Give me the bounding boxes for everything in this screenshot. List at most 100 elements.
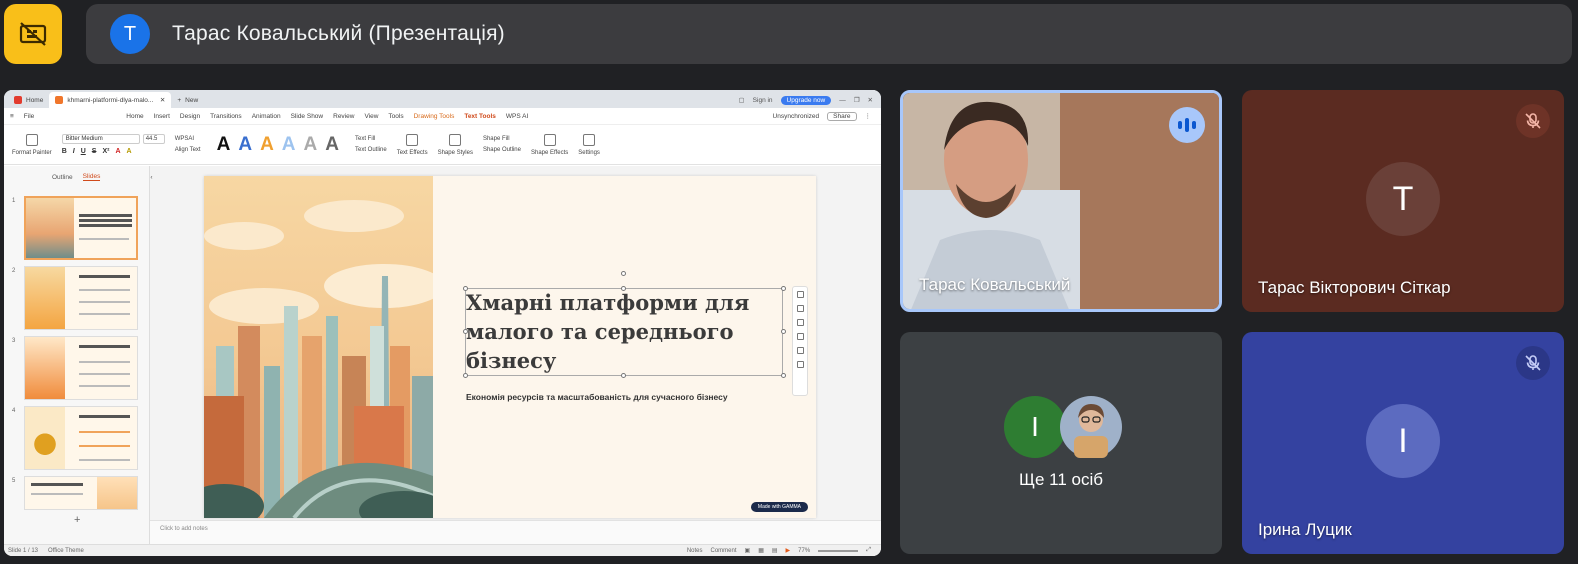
maximize-icon[interactable]: ❐: [854, 96, 860, 104]
wordart-style-3[interactable]: A: [260, 134, 274, 156]
shape-outline-button[interactable]: Shape Outline: [483, 147, 521, 153]
wordart-style-4[interactable]: A: [282, 134, 296, 156]
sign-in-link[interactable]: Sign in: [753, 97, 773, 104]
window-icon[interactable]: ▢: [739, 96, 745, 104]
menu-animation[interactable]: Animation: [252, 113, 281, 120]
camera-off-button[interactable]: [4, 4, 62, 64]
participant-name: Ірина Луцик: [1258, 520, 1352, 539]
menu-text-tools[interactable]: Text Tools: [464, 113, 496, 120]
tab-new[interactable]: + New: [171, 92, 204, 108]
theme-name: Office Theme: [48, 547, 84, 554]
zoom-slider[interactable]: [818, 549, 859, 552]
shape-styles-button[interactable]: Shape Styles: [438, 133, 473, 156]
shape-styles-icon: [449, 133, 462, 146]
normal-view-icon[interactable]: ▣: [745, 547, 751, 554]
text-fill-button[interactable]: Text Fill: [355, 136, 387, 142]
others-tile[interactable]: I Ще 11 осіб: [900, 332, 1222, 554]
add-slide-button[interactable]: +: [74, 514, 80, 526]
wordart-style-2[interactable]: A: [238, 134, 252, 156]
menu-view[interactable]: View: [364, 113, 378, 120]
participant-tile[interactable]: I Ірина Луцик: [1242, 332, 1564, 554]
minimize-icon[interactable]: —: [839, 97, 846, 104]
tab-slides[interactable]: Slides: [82, 173, 101, 181]
menu-drawing-tools[interactable]: Drawing Tools: [414, 113, 455, 120]
comment-toggle[interactable]: Comment: [711, 548, 737, 554]
fit-icon[interactable]: ⤢: [866, 547, 871, 554]
menu-review[interactable]: Review: [333, 113, 354, 120]
notes-toggle[interactable]: Notes: [687, 548, 703, 554]
save-icon[interactable]: [796, 347, 804, 354]
play-icon[interactable]: ▶: [786, 547, 791, 554]
participant-tile-speaking[interactable]: Тарас Ковальський: [900, 90, 1222, 312]
tab-document[interactable]: khmarni-platformi-dlya-malo... ✕: [49, 92, 172, 108]
wordart-style-6[interactable]: A: [325, 134, 339, 156]
menu-design[interactable]: Design: [180, 113, 200, 120]
brush-icon: [25, 133, 38, 146]
menu-wps-ai[interactable]: WPS AI: [506, 113, 528, 120]
slide-subtitle[interactable]: Економія ресурсів та масштабованість для…: [466, 392, 728, 402]
tab-outline[interactable]: Outline: [52, 174, 73, 181]
slide-thumbnail[interactable]: 2: [12, 266, 142, 330]
settings-button[interactable]: Settings: [578, 133, 600, 156]
font-name-select[interactable]: Bitter Medium: [61, 134, 140, 144]
format-painter-button[interactable]: Format Painter: [12, 133, 52, 156]
shape-effects-button[interactable]: Shape Effects: [531, 133, 568, 156]
slide-counter: Slide 1 / 13: [8, 547, 39, 554]
close-window-icon[interactable]: ✕: [868, 96, 873, 104]
slide-canvas[interactable]: Хмарні платформи для малого та середньог…: [204, 176, 816, 518]
reading-view-icon[interactable]: ▤: [772, 547, 778, 554]
grid-view-icon[interactable]: ▦: [758, 547, 764, 554]
floating-toolbar: [792, 286, 808, 396]
slide-thumbnail[interactable]: 4: [12, 406, 142, 470]
camera-off-icon: [19, 22, 47, 46]
bold-button[interactable]: B: [62, 148, 67, 155]
menu-file[interactable]: File: [24, 113, 34, 120]
superscript-button[interactable]: X²: [102, 148, 109, 155]
resize-handle[interactable]: [781, 329, 786, 334]
menu-bar: ≡ File Home Insert Design Transitions An…: [4, 108, 881, 125]
slide-thumbnail[interactable]: 1: [12, 196, 142, 260]
close-icon[interactable]: ✕: [160, 96, 165, 104]
text-effects-button[interactable]: Text Effects: [397, 133, 428, 156]
menu-transitions[interactable]: Transitions: [210, 113, 242, 120]
layers-icon[interactable]: [796, 305, 804, 312]
minus-icon[interactable]: [796, 291, 804, 298]
crop-icon[interactable]: [796, 361, 804, 368]
participant-avatar: I: [1366, 404, 1440, 478]
font-color-button[interactable]: A: [115, 148, 120, 155]
underline-button[interactable]: U: [81, 148, 86, 155]
pen-icon[interactable]: [796, 319, 804, 326]
others-count-label: Ще 11 осіб: [1019, 470, 1103, 489]
wordart-style-1[interactable]: A: [217, 134, 231, 156]
font-size-select[interactable]: 44.5: [142, 134, 165, 144]
upgrade-button[interactable]: Upgrade now: [780, 95, 832, 105]
text-outline-button[interactable]: Text Outline: [355, 147, 387, 153]
work-area: Outline Slides ‹ 1 2 3 4 5 + Хмарні плат…: [4, 166, 881, 544]
menu-insert[interactable]: Insert: [154, 113, 170, 120]
more-icon[interactable]: ⋮: [865, 112, 872, 120]
menu-slide-show[interactable]: Slide Show: [291, 113, 324, 120]
italic-button[interactable]: I: [73, 148, 75, 155]
wordart-style-5[interactable]: A: [304, 134, 318, 156]
slide-thumbnail[interactable]: 5: [12, 476, 142, 510]
slide-title[interactable]: Хмарні платформи для малого та середньог…: [466, 288, 756, 375]
rotate-handle[interactable]: [621, 271, 626, 276]
mic-off-icon: [1516, 346, 1550, 380]
hamburger-icon[interactable]: ≡: [10, 113, 14, 120]
slide-thumbnail[interactable]: 3: [12, 336, 142, 400]
align-text-button[interactable]: Align Text: [175, 147, 201, 153]
participant-tile[interactable]: T Тарас Вікторович Сіткар: [1242, 90, 1564, 312]
stamp-icon[interactable]: [796, 333, 804, 340]
collapse-panel-icon[interactable]: ‹: [150, 174, 152, 181]
highlight-button[interactable]: A: [127, 148, 132, 155]
notes-area[interactable]: Click to add notes: [150, 520, 881, 544]
share-button[interactable]: Share: [827, 111, 857, 121]
wps-ai-button[interactable]: WPSAI: [175, 136, 201, 142]
shape-fill-button[interactable]: Shape Fill: [483, 136, 521, 142]
resize-handle[interactable]: [781, 373, 786, 378]
menu-tools[interactable]: Tools: [388, 113, 403, 120]
strike-button[interactable]: S: [92, 148, 97, 155]
resize-handle[interactable]: [781, 286, 786, 291]
menu-home[interactable]: Home: [126, 113, 143, 120]
tab-home[interactable]: Home: [8, 92, 49, 108]
